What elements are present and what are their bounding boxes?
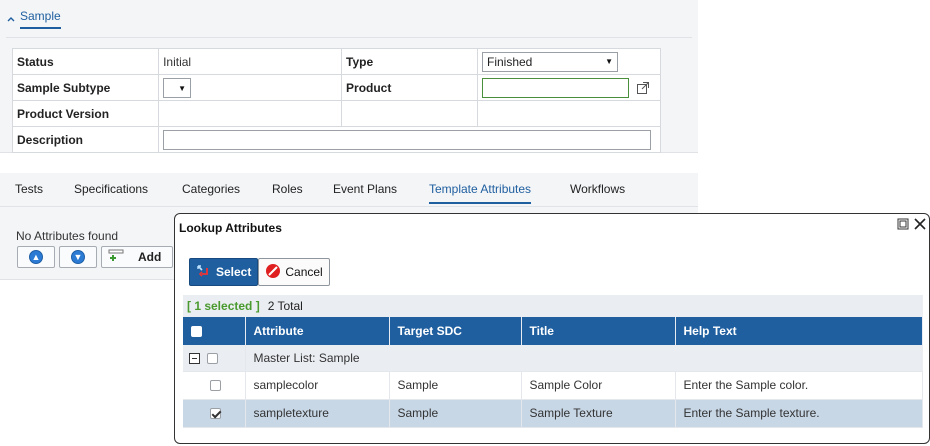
open-lookup-icon[interactable] (636, 81, 650, 95)
select-all-checkbox[interactable] (191, 326, 202, 338)
group-label: Master List: Sample (245, 345, 923, 372)
move-down-button[interactable]: ▼ (59, 246, 97, 268)
attributes-grid: Attribute Target SDC Title Help Text Mas… (183, 317, 923, 428)
tab-event-plans[interactable]: Event Plans (333, 182, 397, 196)
caret-down-icon: ▼ (605, 57, 613, 66)
group-controls-cell (183, 345, 246, 372)
column-header-title[interactable]: Title (521, 317, 676, 345)
column-header-attribute[interactable]: Attribute (245, 317, 390, 345)
empty-cell (476, 100, 662, 127)
move-up-button[interactable]: ▲ (17, 246, 55, 268)
table-row[interactable]: sampletexture Sample Sample Texture Ente… (183, 399, 923, 428)
title-cell: Sample Texture (521, 399, 676, 428)
select-arrow-icon (196, 264, 212, 281)
add-button-label: Add (138, 250, 162, 264)
tab-template-attributes[interactable]: Template Attributes (429, 182, 532, 204)
maximize-icon[interactable] (897, 218, 909, 230)
description-label: Description (11, 126, 160, 153)
arrow-up-icon: ▲ (29, 250, 43, 264)
arrow-down-icon: ▼ (71, 250, 85, 264)
status-value: Initial (158, 48, 343, 75)
description-input[interactable] (163, 129, 652, 150)
table-row[interactable]: samplecolor Sample Sample Color Enter th… (183, 371, 923, 400)
add-row-icon (108, 249, 124, 266)
cancel-button-label: Cancel (285, 265, 323, 279)
sample-section-title: Sample (20, 9, 61, 29)
empty-message: No Attributes found (16, 229, 119, 243)
tab-workflows[interactable]: Workflows (570, 182, 625, 196)
target-sdc-cell: Sample (389, 371, 522, 400)
divider (6, 37, 692, 38)
type-select-value: Finished (486, 54, 533, 69)
product-version-label: Product Version (11, 100, 160, 127)
total-count: 2 Total (267, 299, 303, 313)
tab-bar: Tests Specifications Categories Roles Ev… (0, 173, 698, 207)
sample-subtype-select[interactable]: ▼ (163, 78, 192, 98)
help-text-cell: Enter the Sample color. (675, 371, 923, 400)
tab-roles[interactable]: Roles (272, 182, 303, 196)
select-button[interactable]: Select (189, 258, 259, 286)
sample-panel: Sample Status Initial Type Finished ▼ Sa… (0, 0, 698, 153)
sample-section-toggle[interactable]: Sample (6, 0, 61, 38)
product-input[interactable] (481, 77, 629, 98)
select-all-cell (183, 317, 246, 345)
sample-subtype-label: Sample Subtype (11, 74, 160, 101)
caret-down-icon: ▼ (178, 83, 187, 93)
column-header-help-text[interactable]: Help Text (675, 317, 923, 345)
row-checkbox-cell (183, 399, 246, 428)
chevron-up-icon (6, 14, 16, 24)
help-text-cell: Enter the Sample texture. (675, 399, 923, 428)
collapse-group-icon[interactable] (189, 353, 200, 365)
tab-tests[interactable]: Tests (15, 182, 43, 196)
row-checkbox[interactable] (210, 408, 221, 420)
row-checkbox[interactable] (210, 380, 221, 392)
attribute-cell: sampletexture (245, 399, 390, 428)
group-row: Master List: Sample (183, 345, 923, 372)
target-sdc-cell: Sample (389, 399, 522, 428)
close-icon[interactable] (913, 217, 927, 231)
cancel-icon (265, 263, 281, 282)
selected-count: [ 1 selected ] (187, 299, 260, 313)
attribute-cell: samplecolor (245, 371, 390, 400)
add-button[interactable]: Add (101, 246, 173, 268)
select-button-label: Select (216, 265, 252, 279)
selection-count-bar: [ 1 selected ] 2 Total (183, 295, 923, 317)
empty-cell (341, 100, 478, 127)
tab-categories[interactable]: Categories (182, 182, 240, 196)
row-checkbox-cell (183, 371, 246, 400)
column-header-target-sdc[interactable]: Target SDC (389, 317, 522, 345)
product-version-value (158, 100, 343, 127)
group-checkbox[interactable] (207, 353, 219, 365)
cancel-button[interactable]: Cancel (258, 258, 330, 286)
dialog-title: Lookup Attributes (179, 221, 282, 235)
tab-specifications[interactable]: Specifications (74, 182, 148, 196)
type-label: Type (341, 48, 478, 75)
dialog-header: Lookup Attributes (175, 214, 929, 242)
status-label: Status (11, 48, 160, 75)
product-label: Product (341, 74, 478, 101)
grid-header-row: Attribute Target SDC Title Help Text (183, 317, 923, 345)
dialog-action-bar: Select Cancel (189, 258, 330, 286)
sample-fields-table: Status Initial Type Finished ▼ Sample Su… (11, 48, 662, 153)
title-cell: Sample Color (521, 371, 676, 400)
lookup-attributes-dialog: Lookup Attributes Select Cancel [1 sele… (174, 213, 930, 444)
type-select[interactable]: Finished ▼ (481, 51, 618, 72)
